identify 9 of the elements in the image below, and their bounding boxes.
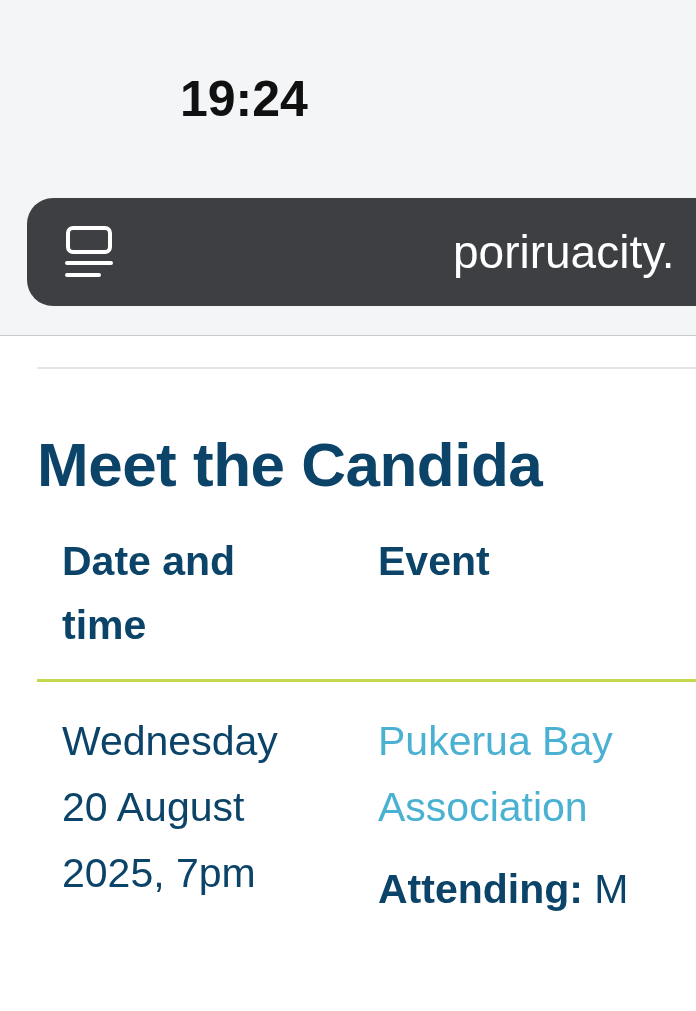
column-header: Date and time <box>61 537 237 651</box>
attending-text: Attending: M <box>378 866 630 914</box>
column-header: Event <box>377 537 490 587</box>
page-heading: Meet the Candida <box>37 431 544 500</box>
address-bar[interactable]: poriruacity. <box>27 198 696 306</box>
date-cell-text: Wednesday 20 August 2025, 7pm <box>61 717 279 899</box>
reader-icon[interactable] <box>65 225 113 279</box>
url-text: poriruacity. <box>453 225 675 279</box>
status-time: 19:24 <box>180 70 308 128</box>
